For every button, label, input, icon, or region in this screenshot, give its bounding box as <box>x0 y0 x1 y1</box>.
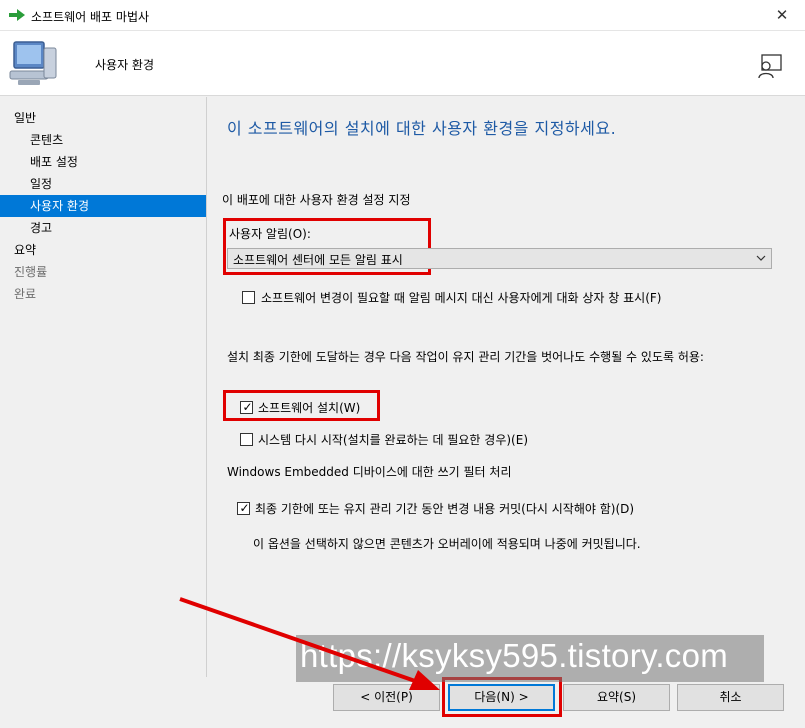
wizard-content: 이 소프트웨어의 설치에 대한 사용자 환경을 지정하세요. 이 배포에 대한 … <box>206 97 805 677</box>
previous-button[interactable]: < 이전(P) <box>333 684 440 711</box>
commit-changes-label: 최종 기한에 또는 유지 관리 기간 동안 변경 내용 커밋(다시 시작해야 함… <box>255 502 635 516</box>
wizard-sidebar: 일반 콘텐츠 배포 설정 일정 사용자 환경 경고 요약 진행률 완료 <box>0 97 206 728</box>
user-notification-value: 소프트웨어 센터에 모든 알림 표시 <box>233 253 403 267</box>
user-notification-select[interactable]: 소프트웨어 센터에 모든 알림 표시 <box>227 248 772 269</box>
software-install-label: 소프트웨어 설치(W) <box>258 401 361 415</box>
cancel-button[interactable]: 취소 <box>677 684 784 711</box>
sidebar-item-summary[interactable]: 요약 <box>0 239 206 261</box>
commit-changes-checkbox[interactable]: ✓ <box>237 501 250 515</box>
wizard-footer: < 이전(P) 다음(N) > 요약(S) 취소 <box>0 677 805 728</box>
dialog-window-checkbox[interactable] <box>242 291 255 304</box>
title-bar: 소프트웨어 배포 마법사 ✕ <box>0 0 805 31</box>
computer-icon <box>9 41 57 85</box>
sidebar-item-schedule[interactable]: 일정 <box>0 173 206 195</box>
sidebar-item-deployment-settings[interactable]: 배포 설정 <box>0 151 206 173</box>
close-icon: ✕ <box>775 6 789 24</box>
wizard-header: 사용자 환경 <box>0 31 805 96</box>
commit-note: 이 옵션을 선택하지 않으면 콘텐츠가 오버레이에 적용되며 나중에 커밋됩니다… <box>253 537 641 551</box>
window-title: 소프트웨어 배포 마법사 <box>31 10 150 24</box>
green-arrow-icon <box>9 9 25 21</box>
annotation-box-next <box>442 677 562 717</box>
deadline-label: 설치 최종 기한에 도달하는 경우 다음 작업이 유지 관리 기간을 벗어나도 … <box>227 350 704 364</box>
sidebar-item-user-experience[interactable]: 사용자 환경 <box>0 195 206 217</box>
page-title: 사용자 환경 <box>95 58 155 72</box>
software-install-checkbox[interactable]: ✓ <box>240 400 253 414</box>
check-icon: ✓ <box>239 501 250 515</box>
sidebar-item-completion: 완료 <box>14 287 37 301</box>
system-restart-label: 시스템 다시 시작(설치를 완료하는 데 필요한 경우)(E) <box>258 433 528 447</box>
content-heading: 이 소프트웨어의 설치에 대한 사용자 환경을 지정하세요. <box>227 119 617 138</box>
summary-button[interactable]: 요약(S) <box>563 684 670 711</box>
chevron-down-icon <box>756 255 766 261</box>
dialog-window-label: 소프트웨어 변경이 필요할 때 알림 메시지 대신 사용자에게 대화 상자 창 … <box>261 291 662 305</box>
sidebar-item-general[interactable]: 일반 <box>0 107 206 129</box>
sidebar-item-alerts[interactable]: 경고 <box>0 217 206 239</box>
check-icon: ✓ <box>242 400 253 414</box>
write-filter-label: Windows Embedded 디바이스에 대한 쓰기 필터 처리 <box>227 465 512 479</box>
sidebar-item-progress: 진행률 <box>14 265 48 279</box>
section-label: 이 배포에 대한 사용자 환경 설정 지정 <box>222 193 411 207</box>
sidebar-item-content[interactable]: 콘텐츠 <box>0 129 206 151</box>
watermark-banner: https://ksyksy595.tistory.com <box>296 635 764 682</box>
user-help-icon[interactable] <box>757 53 783 79</box>
system-restart-checkbox[interactable] <box>240 433 253 446</box>
watermark-text: https://ksyksy595.tistory.com <box>300 637 729 674</box>
close-button[interactable]: ✕ <box>759 0 805 31</box>
notification-label: 사용자 알림(O): <box>229 227 311 241</box>
